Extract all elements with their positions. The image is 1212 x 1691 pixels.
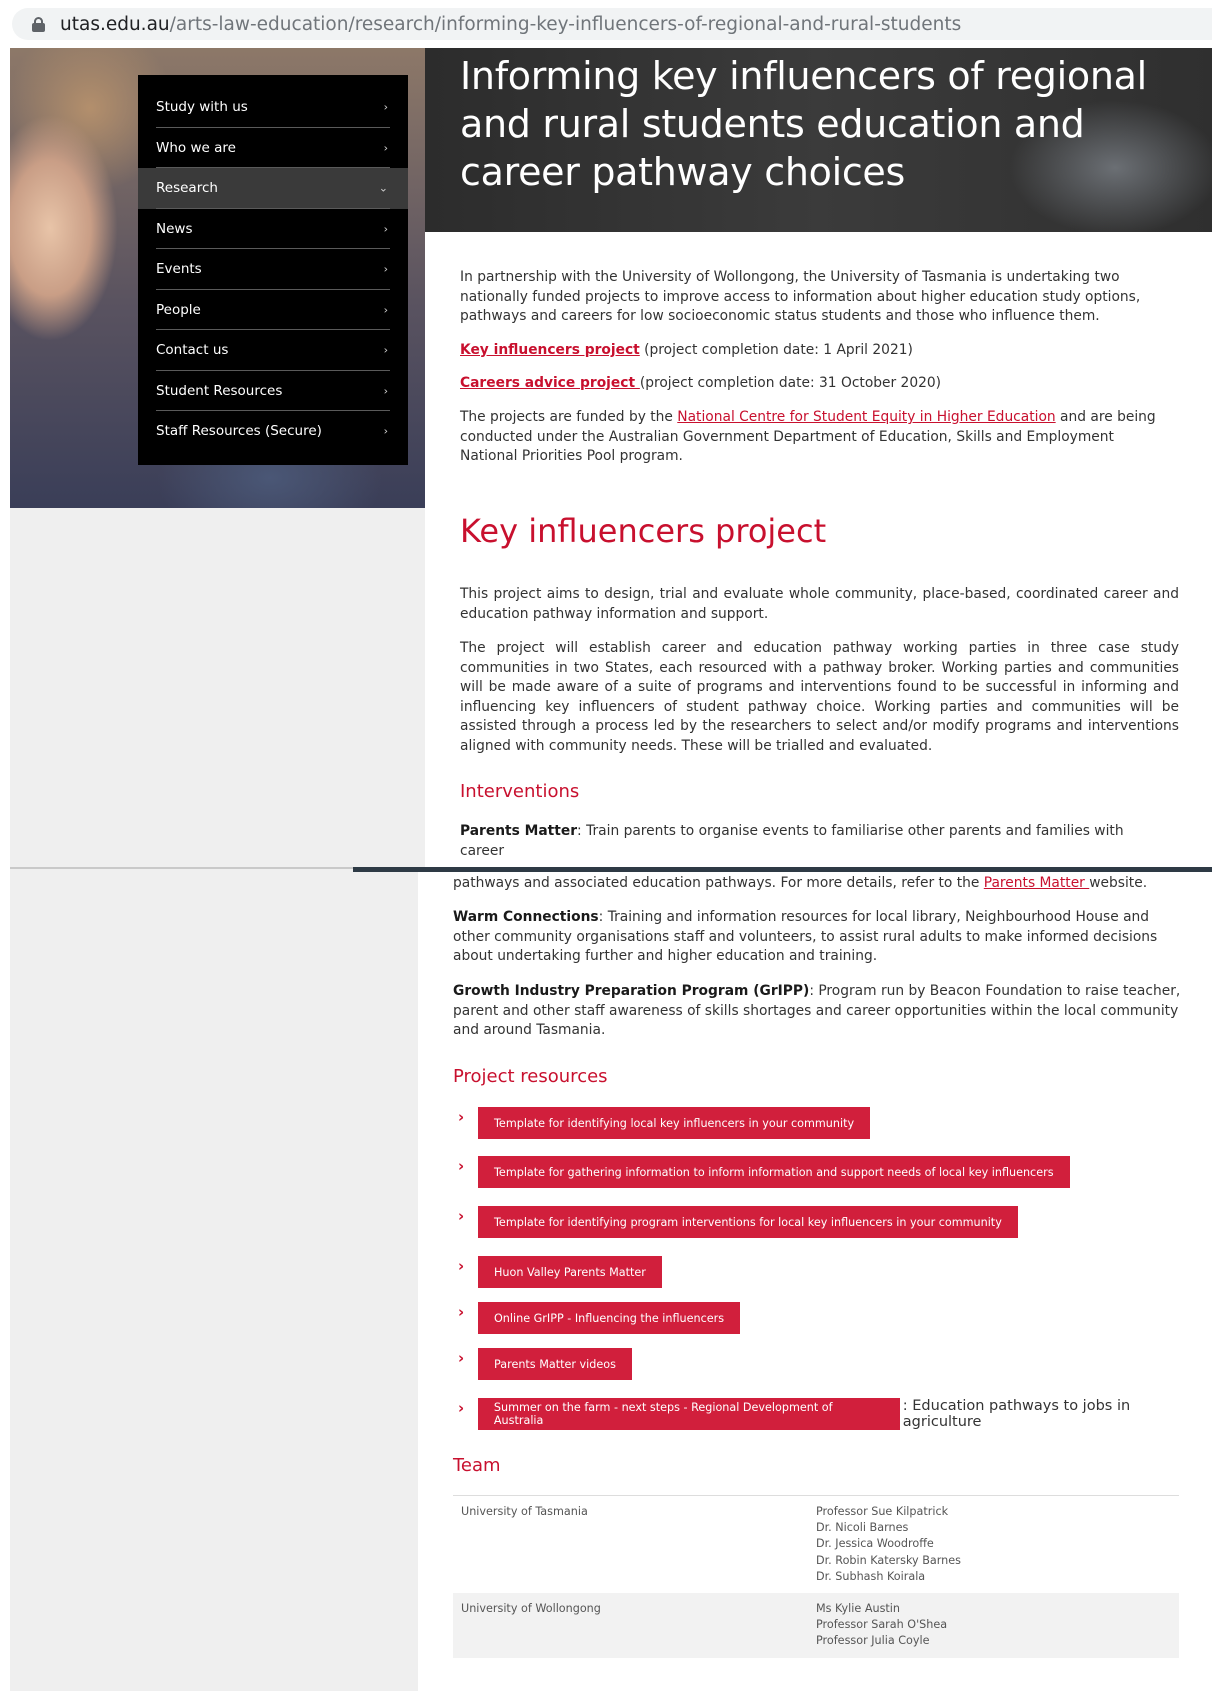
- nav-item-label: People: [156, 301, 201, 318]
- chevron-right-icon: ›: [383, 343, 388, 357]
- nav-item-research[interactable]: Research ⌄: [138, 168, 408, 209]
- nav-item-news[interactable]: News ›: [138, 209, 408, 250]
- team-members: Ms Kylie Austin Professor Sarah O'Shea P…: [816, 1601, 1179, 1650]
- funding-text-before: The projects are funded by the: [460, 409, 678, 425]
- resource-item: › Template for gathering information to i…: [458, 1156, 1070, 1188]
- nav-item-label: News: [156, 220, 193, 237]
- resource-item: › Online GrIPP - Influencing the influenc…: [458, 1302, 741, 1334]
- careers-project-line: Careers advice project (project completi…: [460, 374, 1160, 394]
- team-institution: University of Wollongong: [461, 1602, 601, 1616]
- nav-item-label: Research: [156, 180, 218, 197]
- nav-item-label: Study with us: [156, 99, 248, 116]
- resource-item: › Template for identifying program interv…: [458, 1206, 1018, 1238]
- nav-item-contact-us[interactable]: Contact us ›: [138, 330, 408, 371]
- chevron-right-icon: ›: [458, 1349, 465, 1367]
- interventions-heading: Interventions: [460, 781, 580, 802]
- careers-project-date: (project completion date: 31 October 202…: [639, 375, 942, 391]
- chevron-right-icon: ›: [383, 222, 388, 236]
- key-influencers-heading: Key influencers project: [460, 512, 827, 550]
- nav-item-people[interactable]: People ›: [138, 290, 408, 331]
- chevron-right-icon: ›: [458, 1108, 465, 1126]
- nav-item-student-resources[interactable]: Student Resources ›: [138, 371, 408, 412]
- team-table: University of Tasmania Professor Sue Kil…: [453, 1495, 1179, 1658]
- team-members: Professor Sue Kilpatrick Dr. Nicoli Barn…: [816, 1504, 1179, 1585]
- resource-button-information-template[interactable]: Template for gathering information to in…: [478, 1156, 1070, 1188]
- chevron-right-icon: ›: [458, 1399, 465, 1417]
- nav-item-study-with-us[interactable]: Study with us ›: [138, 87, 408, 128]
- chevron-right-icon: ›: [383, 424, 388, 438]
- chevron-right-icon: ›: [383, 303, 388, 317]
- table-row: University of Tasmania Professor Sue Kil…: [453, 1496, 1179, 1593]
- team-member: Professor Sarah O'Shea: [816, 1618, 948, 1632]
- gripp-title: Growth Industry Preparation Program (GrI…: [453, 983, 810, 999]
- chevron-right-icon: ›: [458, 1157, 465, 1175]
- chevron-right-icon: ›: [458, 1303, 465, 1321]
- careers-advice-link[interactable]: Careers advice project: [460, 375, 640, 391]
- resource-item: › Template for identifying local key infl…: [458, 1107, 871, 1139]
- address-bar[interactable]: utas.edu.au/arts-law-education/research/…: [12, 8, 1212, 40]
- parents-matter-text-repeat: pathways and associated education pathwa…: [453, 875, 984, 891]
- resource-button-parents-matter-videos[interactable]: Parents Matter videos: [478, 1348, 632, 1380]
- nav-item-label: Who we are: [156, 139, 236, 156]
- team-member: Ms Kylie Austin: [816, 1602, 900, 1616]
- sidebar-nav: Study with us › Who we are › Research ⌄ New…: [138, 75, 408, 465]
- nav-item-label: Events: [156, 261, 202, 278]
- url-path: /arts-law-education/research/informing-k…: [169, 13, 962, 35]
- resource-button-online-gripp[interactable]: Online GrIPP - Influencing the influence…: [478, 1302, 741, 1334]
- screenshot-seam-dark: [353, 867, 1212, 872]
- team-institution: University of Tasmania: [461, 1505, 588, 1518]
- url-host: utas.edu.au: [60, 13, 170, 35]
- key-project-line: Key influencers project (project complet…: [460, 341, 1160, 361]
- parents-matter-link[interactable]: Parents Matter: [984, 875, 1089, 891]
- chevron-down-icon: ⌄: [378, 181, 388, 195]
- warm-connections-item: Warm Connections: Training and informati…: [453, 908, 1183, 967]
- chevron-right-icon: ›: [383, 384, 388, 398]
- project-resources-heading: Project resources: [453, 1066, 608, 1087]
- nav-item-events[interactable]: Events ›: [138, 249, 408, 290]
- chevron-right-icon: ›: [383, 141, 388, 155]
- resource-button-summer-on-the-farm[interactable]: Summer on the farm - next steps - Region…: [477, 1398, 900, 1430]
- resource-button-interventions-template[interactable]: Template for identifying program interve…: [478, 1206, 1018, 1238]
- team-member: Dr. Robin Katersky Barnes: [816, 1553, 961, 1567]
- team-heading: Team: [453, 1455, 501, 1476]
- nav-item-who-we-are[interactable]: Who we are ›: [138, 128, 408, 169]
- page-title: Informing key influencers of regional an…: [460, 54, 1147, 194]
- parents-matter-item: Parents Matter: Train parents to organis…: [460, 822, 1160, 861]
- parents-matter-continued: pathways and associated education pathwa…: [453, 874, 1183, 894]
- team-member: Dr. Jessica Woodroffe: [816, 1537, 934, 1551]
- key-project-aim: This project aims to design, trial and e…: [460, 586, 1179, 622]
- chevron-right-icon: ›: [383, 100, 388, 114]
- resource-suffix-text: : Education pathways to jobs in agricult…: [902, 1398, 1131, 1430]
- nav-item-staff-resources[interactable]: Staff Resources (Secure) ›: [138, 411, 408, 452]
- team-member: Professor Julia Coyle: [816, 1634, 930, 1648]
- parents-matter-after: website.: [1089, 875, 1148, 891]
- intro-paragraph: In partnership with the University of Wo…: [460, 269, 1141, 325]
- warm-connections-title: Warm Connections: [453, 909, 599, 925]
- chevron-right-icon: ›: [458, 1257, 465, 1275]
- resource-button-key-influencers-template[interactable]: Template for identifying local key influ…: [478, 1107, 871, 1139]
- key-influencers-link[interactable]: Key influencers project: [460, 342, 640, 358]
- table-row: University of Wollongong Ms Kylie Austin…: [453, 1593, 1179, 1658]
- gripp-item: Growth Industry Preparation Program (GrI…: [453, 982, 1183, 1041]
- key-project-date: (project completion date: 1 April 2021): [639, 342, 913, 358]
- ncsehe-link[interactable]: National Centre for Student Equity in Hi…: [677, 409, 1055, 425]
- nav-item-label: Student Resources: [156, 382, 283, 399]
- resource-item: › Summer on the farm - next steps - Regio…: [458, 1398, 1212, 1430]
- lock-icon: [32, 16, 45, 32]
- parents-matter-title: Parents Matter: [460, 823, 578, 839]
- team-member: Professor Sue Kilpatrick: [816, 1505, 949, 1518]
- resource-button-huon-valley[interactable]: Huon Valley Parents Matter: [478, 1256, 662, 1288]
- chevron-right-icon: ›: [383, 262, 388, 276]
- team-member: Dr. Subhash Koirala: [816, 1569, 926, 1583]
- resource-item: › Parents Matter videos: [458, 1348, 632, 1380]
- chevron-right-icon: ›: [458, 1207, 465, 1225]
- nav-item-label: Contact us: [156, 342, 229, 359]
- team-member: Dr. Nicoli Barnes: [816, 1521, 909, 1535]
- resource-item: › Huon Valley Parents Matter: [458, 1256, 662, 1288]
- nav-item-label: Staff Resources (Secure): [156, 423, 322, 440]
- key-project-description: The project will establish career and ed…: [460, 640, 1179, 754]
- funding-paragraph: The projects are funded by the National …: [460, 408, 1160, 467]
